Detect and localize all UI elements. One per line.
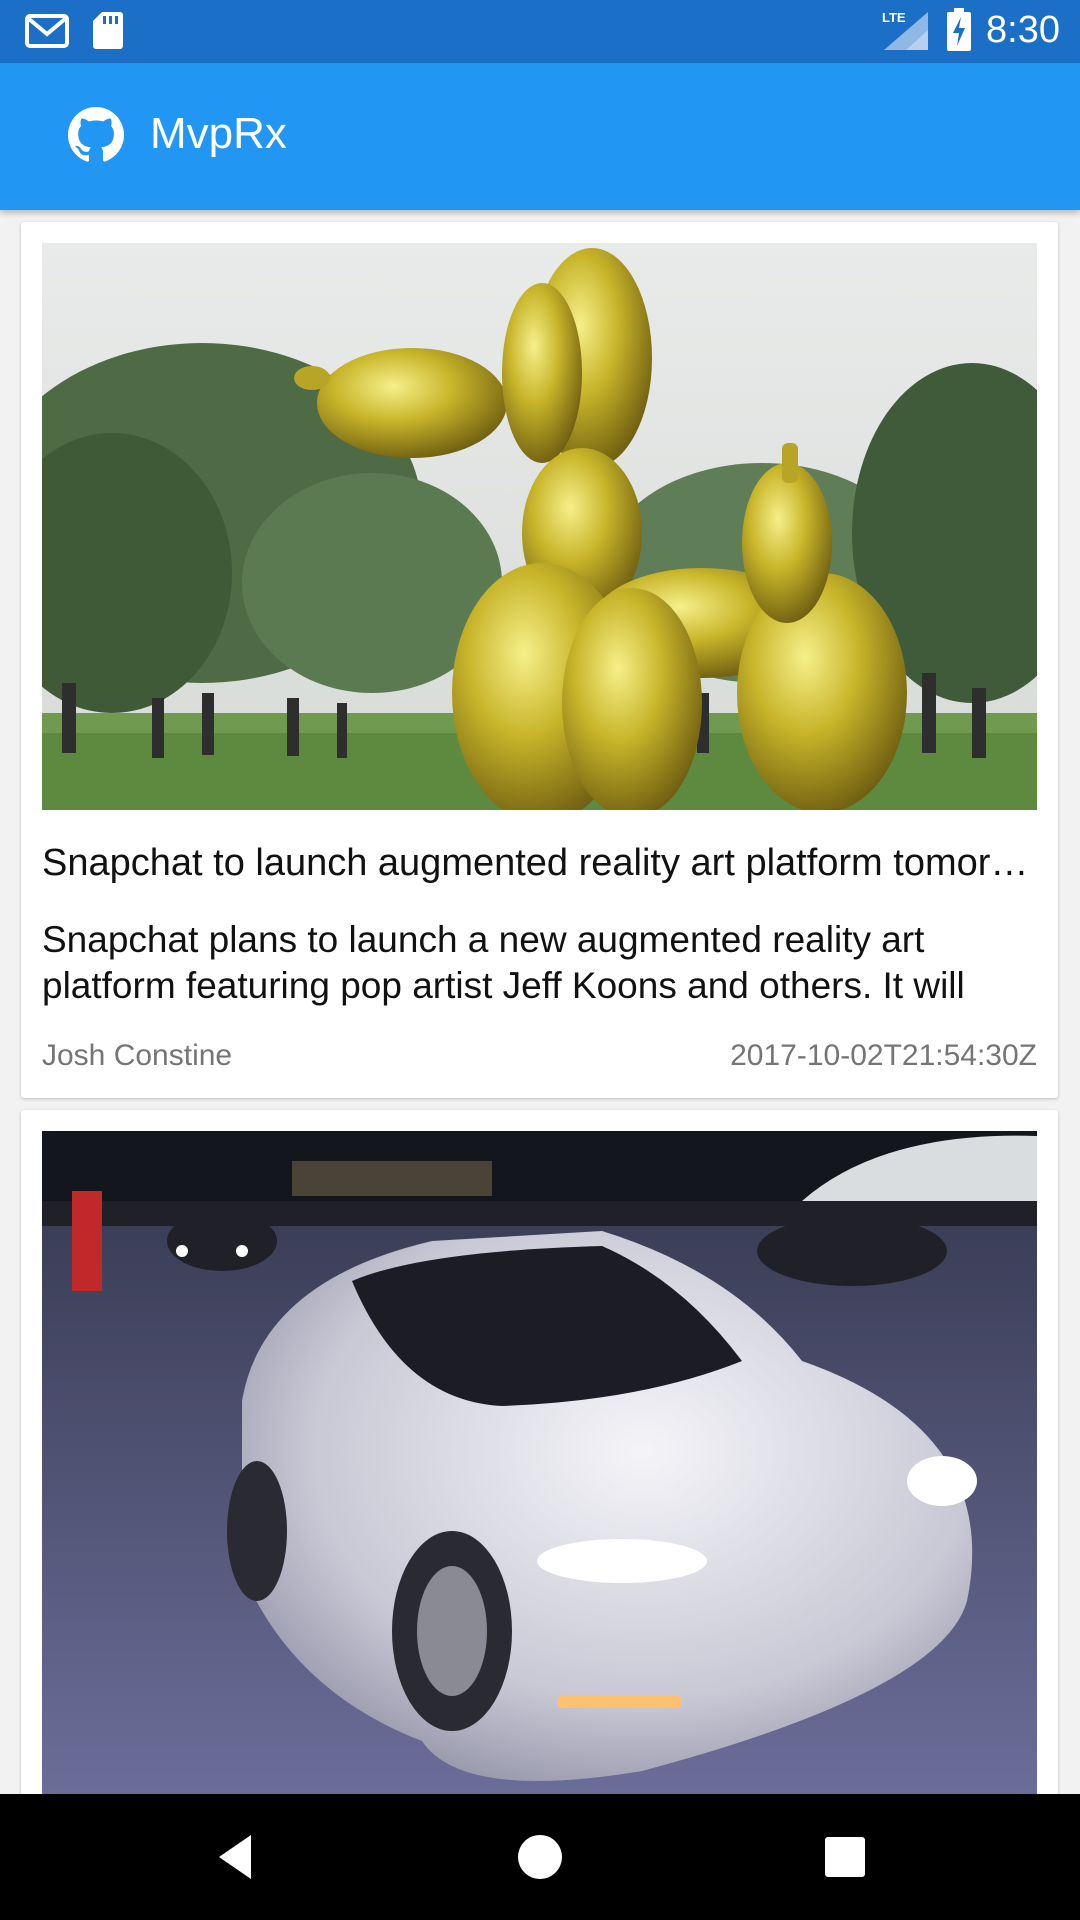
article-title[interactable]: Snapchat to launch augmented reality art… [42,842,1037,885]
article-image [42,1131,1037,1794]
notification-icons [24,10,124,50]
clock: 8:30 [986,8,1060,51]
app-bar: MvpRx [0,63,1080,210]
article-author: Josh Constine [42,1039,233,1072]
app-title: MvpRx [150,109,287,158]
article-card[interactable] [21,1110,1058,1794]
article-date: 2017-10-02T21:54:30Z [730,1039,1037,1072]
system-indicators: LTE 8:30 [880,8,1060,52]
network-type-label: LTE [882,10,906,25]
github-icon [68,107,124,162]
lte-signal-icon: LTE [882,10,929,50]
status-bar: LTE 8:30 [0,0,1080,63]
article-image [42,243,1037,810]
article-description: Snapchat plans to launch a new augmented… [42,919,965,1006]
home-icon[interactable] [510,1827,570,1887]
system-nav-bar [0,1794,1080,1920]
gmail-icon [25,14,69,48]
back-icon[interactable] [205,1827,265,1887]
article-feed[interactable]: Snapchat to launch augmented reality art… [0,210,1080,1794]
article-card[interactable]: Snapchat to launch augmented reality art… [21,222,1058,1098]
sd-card-icon [93,12,123,49]
recents-icon[interactable] [815,1827,875,1887]
battery-charging-icon [947,8,972,51]
